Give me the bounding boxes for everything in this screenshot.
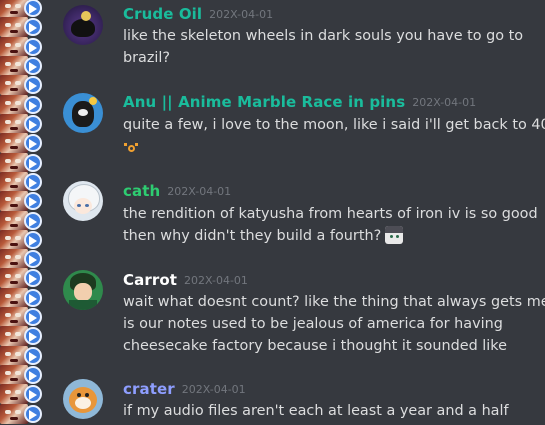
message-content: wait what doesnt count? like the thing t… xyxy=(123,291,545,357)
message-line xyxy=(123,136,537,158)
message-header: crater 202X-04-01 xyxy=(123,379,246,400)
arrow-icon xyxy=(24,327,42,346)
emote-strip xyxy=(0,0,46,425)
emote-face-with-arrow-icon xyxy=(0,191,46,212)
message-content: the rendition of katyusha from hearts of… xyxy=(123,203,538,247)
message-line: the rendition of katyusha from hearts of… xyxy=(123,206,538,222)
emote-face-with-arrow-icon xyxy=(0,152,46,173)
emote-face-with-arrow-icon xyxy=(0,94,46,115)
username[interactable]: Anu || Anime Marble Race in pins xyxy=(123,93,405,111)
message-line: if my audio files aren't each at least a… xyxy=(123,403,509,419)
emote-face-with-arrow-icon xyxy=(0,75,46,96)
arrow-icon xyxy=(24,18,42,37)
arrow-icon xyxy=(24,76,42,95)
arrow-icon xyxy=(24,269,42,288)
username[interactable]: Crude Oil xyxy=(123,5,202,23)
timestamp: 202X-04-01 xyxy=(167,185,232,198)
emote-face-with-arrow-icon xyxy=(0,171,46,192)
emote-face-with-arrow-icon xyxy=(0,0,46,18)
arrow-icon xyxy=(24,153,42,172)
skeleton-avatar-icon[interactable] xyxy=(63,5,103,45)
arrow-icon xyxy=(24,95,42,114)
message-list: Crude Oil 202X-04-01 like the skeleton wh… xyxy=(46,0,545,425)
message-line: like the skeleton wheels in dark souls y… xyxy=(123,28,524,44)
emote-face-with-arrow-icon xyxy=(0,113,46,134)
username[interactable]: Carrot xyxy=(123,271,177,289)
timestamp: 202X-04-01 xyxy=(181,383,246,396)
message-content: like the skeleton wheels in dark souls y… xyxy=(123,25,537,69)
chat-window: Crude Oil 202X-04-01 like the skeleton wh… xyxy=(0,0,545,425)
message-content: quite a few, i love to the moon, like i … xyxy=(123,114,545,158)
emote-face-with-arrow-icon xyxy=(0,36,46,57)
message-content: if my audio files aren't each at least a… xyxy=(123,400,537,422)
arrow-icon xyxy=(24,37,42,56)
message: Crude Oil 202X-04-01 like the skeleton wh… xyxy=(46,0,545,78)
arrow-icon xyxy=(24,230,42,249)
arrow-icon xyxy=(24,346,42,365)
emote-face-with-arrow-icon xyxy=(0,403,46,424)
emote-face-with-arrow-icon xyxy=(0,249,46,270)
message-line: quite a few, i love to the moon, like i … xyxy=(123,117,545,133)
arrow-icon xyxy=(24,0,42,17)
arrow-icon xyxy=(24,114,42,133)
timestamp: 202X-04-01 xyxy=(209,8,274,21)
arrow-icon xyxy=(24,192,42,211)
emote-face-with-arrow-icon xyxy=(0,17,46,38)
emote-face-with-arrow-icon xyxy=(0,229,46,250)
arrow-icon xyxy=(24,288,42,307)
timestamp: 202X-04-01 xyxy=(184,274,248,287)
arrow-icon xyxy=(24,211,42,230)
emote-face-with-arrow-icon xyxy=(0,210,46,231)
message-line: is our notes used to be jealous of ameri… xyxy=(123,316,503,332)
emote-face-with-arrow-icon xyxy=(0,365,46,386)
username[interactable]: crater xyxy=(123,380,175,398)
anime-face-emoji-icon xyxy=(385,226,404,244)
mouth-o-emoji-icon xyxy=(124,143,138,155)
message-text: then why didn't they build a fourth? xyxy=(123,228,382,244)
message-line: cheesecake factory because i thought it … xyxy=(123,338,507,354)
arrow-icon xyxy=(24,250,42,269)
message: crater 202X-04-01 if my audio files aren'… xyxy=(46,372,545,425)
arrow-icon xyxy=(24,172,42,191)
message-line: then why didn't they build a fourth? xyxy=(123,225,537,247)
emote-face-with-arrow-icon xyxy=(0,287,46,308)
emote-face-with-arrow-icon xyxy=(0,55,46,76)
emote-face-with-arrow-icon xyxy=(0,307,46,328)
emote-face-with-arrow-icon xyxy=(0,345,46,366)
arrow-icon xyxy=(24,404,42,423)
timestamp: 202X-04-01 xyxy=(412,96,477,109)
arrow-icon xyxy=(24,56,42,75)
message-header: cath 202X-04-01 xyxy=(123,181,231,202)
message-header: Crude Oil 202X-04-01 xyxy=(123,4,273,25)
tiger-avatar-icon[interactable] xyxy=(63,379,103,419)
message-header: Anu || Anime Marble Race in pins 202X-04-… xyxy=(123,92,476,113)
message: cath 202X-04-01 the rendition of katyusha… xyxy=(46,176,545,256)
message-line: wait what doesnt count? like the thing t… xyxy=(123,294,545,310)
message-header: Carrot 202X-04-01 xyxy=(123,270,248,291)
emote-face-with-arrow-icon xyxy=(0,268,46,289)
arrow-icon xyxy=(24,366,42,385)
arrow-icon xyxy=(24,385,42,404)
message: Carrot 202X-04-01 wait what doesnt count?… xyxy=(46,264,545,364)
emote-face-with-arrow-icon xyxy=(0,133,46,154)
message: Anu || Anime Marble Race in pins 202X-04-… xyxy=(46,88,545,160)
black-cat-avatar-icon[interactable] xyxy=(63,93,103,133)
arrow-icon xyxy=(24,134,42,153)
emote-face-with-arrow-icon xyxy=(0,326,46,347)
white-haired-avatar-icon[interactable] xyxy=(63,181,103,221)
arrow-icon xyxy=(24,308,42,327)
username[interactable]: cath xyxy=(123,182,160,200)
message-line: brazil? xyxy=(123,50,171,66)
emote-face-with-arrow-icon xyxy=(0,384,46,405)
green-hair-avatar-icon[interactable] xyxy=(63,270,103,310)
